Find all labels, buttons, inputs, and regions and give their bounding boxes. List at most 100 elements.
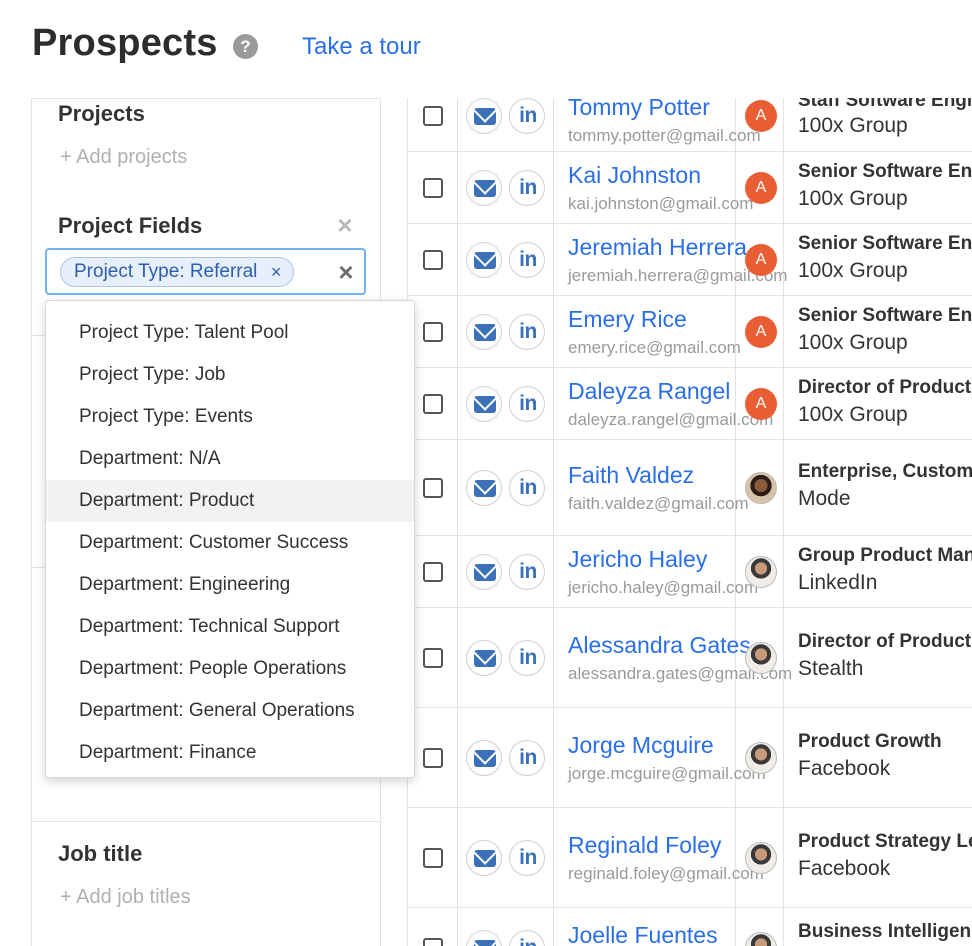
row-checkbox[interactable] <box>423 848 443 868</box>
prospect-name-link[interactable]: Daleyza Rangel <box>568 378 730 405</box>
dropdown-option[interactable]: Department: Engineering <box>46 564 414 606</box>
row-checkbox[interactable] <box>423 322 443 342</box>
dropdown-option[interactable]: Department: Technical Support <box>46 606 414 648</box>
table-row[interactable]: in Alessandra Gates alessandra.gates@gma… <box>408 608 972 708</box>
email-button[interactable] <box>466 242 502 278</box>
email-button[interactable] <box>466 314 502 350</box>
linkedin-button[interactable]: in <box>509 640 545 676</box>
prospect-company: Facebook <box>798 757 891 780</box>
email-button[interactable] <box>466 640 502 676</box>
add-projects-link[interactable]: + Add projects <box>60 146 187 169</box>
company-avatar: A <box>745 388 777 420</box>
table-row[interactable]: in Daleyza Rangel daleyza.rangel@gmail.c… <box>408 368 972 440</box>
linkedin-button[interactable]: in <box>509 314 545 350</box>
dropdown-option[interactable]: Department: Product <box>46 480 414 522</box>
email-button[interactable] <box>466 470 502 506</box>
table-row[interactable]: in Jericho Haley jericho.haley@gmail.com… <box>408 536 972 608</box>
dropdown-option[interactable]: Department: General Operations <box>46 690 414 732</box>
dropdown-option[interactable]: Project Type: Events <box>46 396 414 438</box>
prospect-job-title: Senior Software Engineer <box>798 305 972 326</box>
prospect-name-link[interactable]: Tommy Potter <box>568 98 710 121</box>
row-checkbox[interactable] <box>423 178 443 198</box>
linkedin-button[interactable]: in <box>509 740 545 776</box>
column-divider <box>457 440 458 535</box>
column-divider <box>553 536 554 607</box>
prospect-name-link[interactable]: Jorge Mcguire <box>568 732 714 759</box>
linkedin-button[interactable]: in <box>509 170 545 206</box>
column-divider <box>735 808 736 907</box>
row-checkbox[interactable] <box>423 250 443 270</box>
prospect-name-link[interactable]: Jeremiah Herrera <box>568 234 747 261</box>
prospect-name-link[interactable]: Jericho Haley <box>568 546 707 573</box>
prospect-job-title: Product Growth <box>798 731 942 752</box>
table-row[interactable]: in Emery Rice emery.rice@gmail.com A Sen… <box>408 296 972 368</box>
linkedin-button[interactable]: in <box>509 470 545 506</box>
dropdown-option[interactable]: Department: Finance <box>46 732 414 774</box>
table-row[interactable]: in Reginald Foley reginald.foley@gmail.c… <box>408 808 972 908</box>
chip-label: Project Type: Referral <box>74 261 258 282</box>
envelope-icon <box>474 480 496 497</box>
column-divider <box>457 608 458 707</box>
column-divider <box>783 608 784 707</box>
prospect-name-link[interactable]: Reginald Foley <box>568 832 721 859</box>
linkedin-button[interactable]: in <box>509 554 545 590</box>
linkedin-button[interactable]: in <box>509 840 545 876</box>
row-checkbox[interactable] <box>423 478 443 498</box>
take-a-tour-link[interactable]: Take a tour <box>302 33 421 61</box>
row-checkbox[interactable] <box>423 648 443 668</box>
project-fields-input[interactable]: Project Type: Referral × × <box>45 248 366 295</box>
column-divider <box>457 296 458 367</box>
table-row[interactable]: in Kai Johnston kai.johnston@gmail.com A… <box>408 152 972 224</box>
chip-remove-icon[interactable]: × <box>271 258 282 286</box>
email-button[interactable] <box>466 840 502 876</box>
column-divider <box>553 152 554 223</box>
row-checkbox[interactable] <box>423 562 443 582</box>
column-divider <box>783 296 784 367</box>
row-checkbox[interactable] <box>423 938 443 946</box>
row-checkbox[interactable] <box>423 106 443 126</box>
prospect-name-link[interactable]: Alessandra Gates <box>568 632 751 659</box>
linkedin-button[interactable]: in <box>509 386 545 422</box>
close-icon[interactable]: × <box>334 212 356 238</box>
table-row[interactable]: in Joelle Fuentes Business Intelligence <box>408 908 972 946</box>
add-job-titles-link[interactable]: + Add job titles <box>60 886 191 909</box>
prospect-name-link[interactable]: Joelle Fuentes <box>568 922 718 946</box>
email-button[interactable] <box>466 740 502 776</box>
column-divider <box>735 440 736 535</box>
table-row[interactable]: in Faith Valdez faith.valdez@gmail.com E… <box>408 440 972 536</box>
dropdown-option[interactable]: Department: Customer Success <box>46 522 414 564</box>
dropdown-option[interactable]: Department: N/A <box>46 438 414 480</box>
prospect-name-link[interactable]: Faith Valdez <box>568 462 694 489</box>
email-button[interactable] <box>466 386 502 422</box>
dropdown-option[interactable]: Project Type: Job <box>46 354 414 396</box>
linkedin-icon: in <box>519 746 537 769</box>
table-row[interactable]: in Jeremiah Herrera jeremiah.herrera@gma… <box>408 224 972 296</box>
company-avatar: A <box>745 172 777 204</box>
dropdown-option[interactable]: Department: People Operations <box>46 648 414 690</box>
email-button[interactable] <box>466 930 502 946</box>
row-checkbox[interactable] <box>423 748 443 768</box>
table-row[interactable]: in Jorge Mcguire jorge.mcguire@gmail.com… <box>408 708 972 808</box>
email-button[interactable] <box>466 170 502 206</box>
page-title: Prospects <box>32 22 218 64</box>
linkedin-button[interactable]: in <box>509 98 545 134</box>
column-divider <box>735 908 736 946</box>
linkedin-button[interactable]: in <box>509 930 545 946</box>
email-button[interactable] <box>466 554 502 590</box>
linkedin-icon: in <box>519 560 537 583</box>
linkedin-button[interactable]: in <box>509 242 545 278</box>
prospect-company: 100x Group <box>798 403 908 426</box>
section-divider <box>32 821 381 822</box>
prospect-name-link[interactable]: Emery Rice <box>568 306 687 333</box>
prospect-job-title: Director of Product <box>798 377 972 398</box>
table-row[interactable]: in Tommy Potter tommy.potter@gmail.com A… <box>408 98 972 152</box>
email-button[interactable] <box>466 98 502 134</box>
prospect-name-link[interactable]: Kai Johnston <box>568 162 701 189</box>
column-divider <box>783 152 784 223</box>
row-checkbox[interactable] <box>423 394 443 414</box>
question-circle-icon[interactable]: ? <box>233 34 258 59</box>
envelope-icon <box>474 564 496 581</box>
clear-input-icon[interactable]: × <box>336 259 356 285</box>
envelope-icon <box>474 108 496 125</box>
dropdown-option[interactable]: Project Type: Talent Pool <box>46 312 414 354</box>
